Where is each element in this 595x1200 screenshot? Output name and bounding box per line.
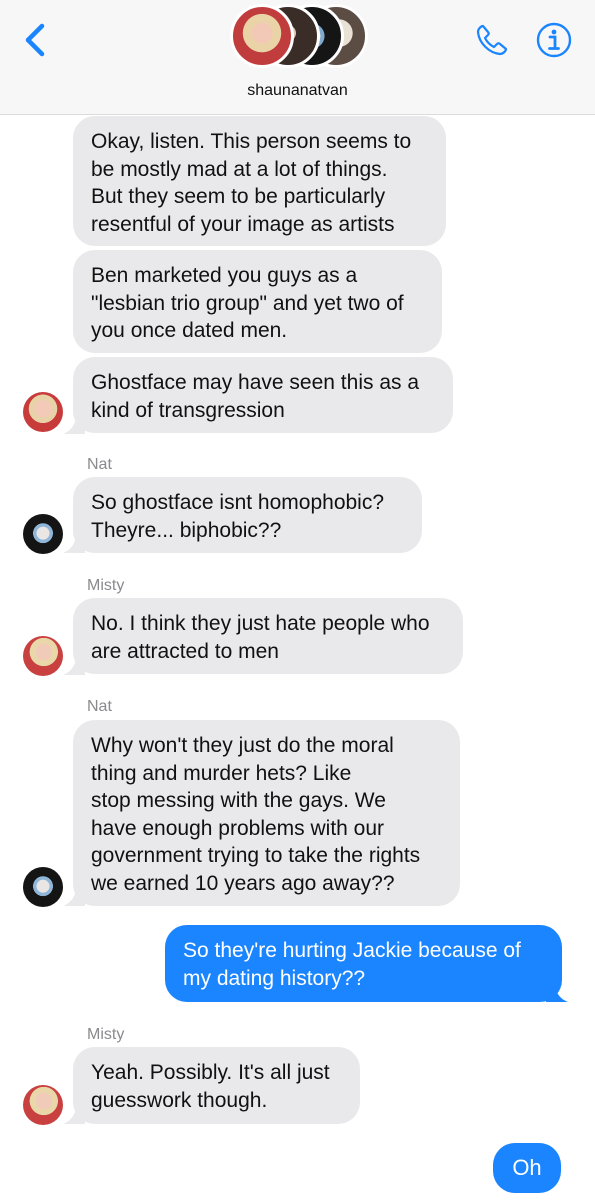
message-bubble-incoming[interactable]: Ben marketed you guys as a "lesbian trio…	[73, 250, 442, 353]
conversation-header: shaunanatvan	[0, 0, 595, 115]
sender-avatar	[23, 636, 63, 676]
sender-avatar	[23, 867, 63, 907]
message-bubble-outgoing[interactable]: Oh	[493, 1143, 561, 1193]
conversation-title[interactable]: shaunanatvan	[0, 82, 595, 100]
back-button[interactable]	[18, 20, 54, 60]
call-button[interactable]	[472, 20, 512, 60]
message-bubble-incoming[interactable]: Okay, listen. This person seems to be mo…	[73, 116, 446, 246]
chevron-left-icon	[25, 23, 45, 57]
sender-name: Nat	[87, 698, 112, 715]
sender-avatar	[23, 514, 63, 554]
sender-avatar	[23, 1085, 63, 1125]
info-button[interactable]	[534, 20, 574, 60]
message-bubble-outgoing[interactable]: So they're hurting Jackie because of my …	[165, 925, 562, 1002]
message-bubble-incoming[interactable]: Why won't they just do the moral thing a…	[73, 720, 460, 906]
avatar	[230, 4, 294, 68]
phone-icon	[476, 24, 508, 56]
message-bubble-incoming[interactable]: No. I think they just hate people who ar…	[73, 598, 463, 674]
group-avatars[interactable]	[230, 4, 370, 72]
sender-name: Misty	[87, 1026, 125, 1043]
sender-name: Nat	[87, 456, 112, 473]
info-icon	[536, 22, 572, 58]
sender-name: Misty	[87, 577, 125, 594]
sender-avatar	[23, 392, 63, 432]
message-bubble-incoming[interactable]: So ghostface isnt homophobic? Theyre... …	[73, 477, 422, 553]
message-bubble-incoming[interactable]: Ghostface may have seen this as a kind o…	[73, 357, 453, 433]
message-bubble-incoming[interactable]: Yeah. Possibly. It's all just guesswork …	[73, 1047, 360, 1124]
